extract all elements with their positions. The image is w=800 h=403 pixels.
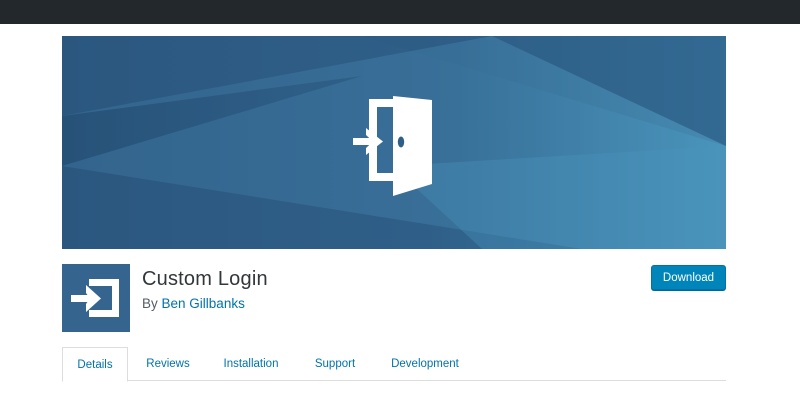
tab-details[interactable]: Details [62,347,128,382]
plugin-tabs: Details Reviews Installation Support Dev… [62,347,726,382]
plugin-icon [62,264,130,332]
plugin-title: Custom Login [142,268,268,290]
download-button[interactable]: Download [651,265,726,290]
plugin-banner [62,36,726,249]
author-prefix: By [142,296,158,311]
tab-installation[interactable]: Installation [214,347,288,381]
tab-support[interactable]: Support [306,347,364,381]
top-admin-bar [0,0,800,24]
tab-development[interactable]: Development [384,347,466,381]
tab-reviews[interactable]: Reviews [136,347,200,381]
banner-graphic [62,36,726,249]
author-link[interactable]: Ben Gillbanks [162,296,245,311]
plugin-author: By Ben Gillbanks [142,296,245,311]
login-arrow-icon [71,279,119,317]
